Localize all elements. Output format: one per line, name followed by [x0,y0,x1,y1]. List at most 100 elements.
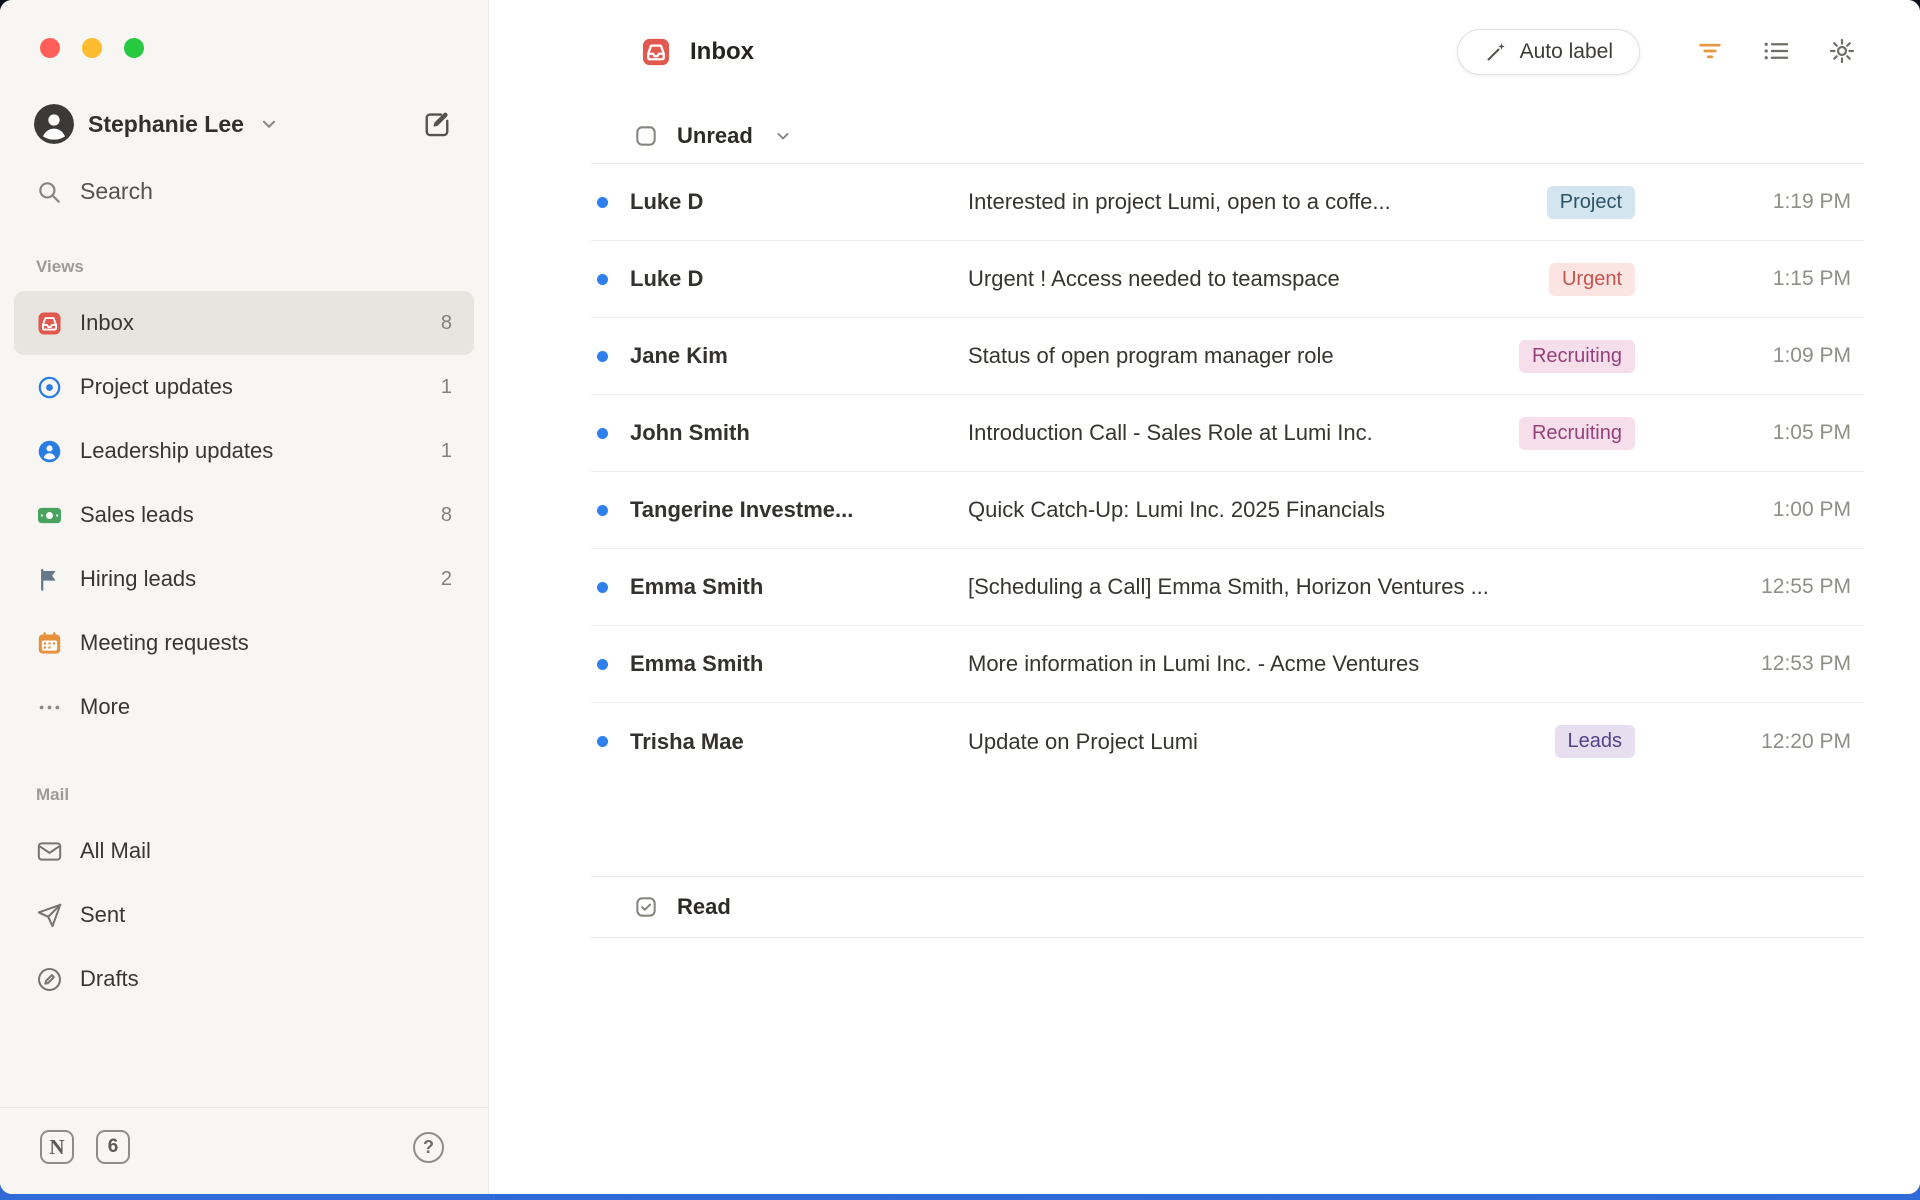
sidebar-item-count: 1 [440,439,452,462]
email-row[interactable]: Luke D Urgent ! Access needed to teamspa… [591,241,1864,318]
main-panel: Inbox Auto label Unread Luke D Intereste… [489,0,1920,1194]
chevron-down-icon [258,113,280,135]
email-label-badge: Urgent [1548,262,1635,296]
email-time: 12:20 PM [1761,729,1851,753]
list-view-icon [1762,37,1790,68]
sidebar-item-label: Project updates [80,374,233,399]
unread-dot [597,427,608,439]
close-window-button[interactable] [40,38,60,58]
list-view-button[interactable] [1762,37,1790,68]
ellipsis-icon [36,694,63,721]
app-window: Stephanie Lee Search Views Inbox 8 Proje… [0,0,1920,1194]
user-row: Stephanie Lee [34,104,452,144]
search-label: Search [80,178,153,204]
sidebar-item-count: 8 [440,503,452,526]
avatar [34,104,74,144]
email-row[interactable]: Emma Smith [Scheduling a Call] Emma Smit… [591,549,1864,626]
email-row[interactable]: Tangerine Investme... Quick Catch-Up: Lu… [591,472,1864,549]
target-icon [36,374,63,401]
search-button[interactable]: Search [36,178,452,205]
unread-section-header[interactable]: Unread [591,108,1864,164]
email-sender: Emma Smith [630,651,764,676]
email-time: 1:19 PM [1772,190,1851,213]
unread-dot [597,504,608,516]
unread-dot [597,196,608,208]
email-list: Luke D Interested in project Lumi, open … [591,164,1864,780]
email-sender: John Smith [630,420,750,445]
sidebar-item-leadership-updates[interactable]: Leadership updates 1 [14,419,474,483]
settings-button[interactable] [1828,37,1856,68]
hiring-icon [36,566,63,593]
email-subject: Status of open program manager role [968,343,1334,368]
sidebar-item-count: 8 [440,311,452,334]
checked-checkbox-icon [636,897,656,917]
sidebar-item-more[interactable]: More [14,675,474,739]
send-icon [36,902,63,929]
sidebar-item-all-mail[interactable]: All Mail [14,819,474,883]
sidebar-item-meeting-requests[interactable]: Meeting requests [14,611,474,675]
unread-dot [597,736,608,747]
compose-button[interactable] [422,109,452,139]
filter-button[interactable] [1696,37,1724,68]
draft-icon [36,966,63,993]
page-title: Inbox [690,38,754,65]
unread-dot [597,350,608,362]
sidebar-item-inbox[interactable]: Inbox 8 [14,291,474,355]
help-button[interactable]: ? [413,1131,444,1163]
select-square-icon [636,125,656,146]
read-section-header[interactable]: Read [591,876,1864,938]
search-icon [39,181,60,203]
calendar-icon [36,630,63,657]
sidebar-item-label: All Mail [80,838,151,863]
email-time: 1:15 PM [1772,267,1851,290]
minimize-window-button[interactable] [82,38,102,58]
email-time: 12:55 PM [1761,575,1851,598]
email-time: 1:05 PM [1772,421,1851,444]
sidebar-item-drafts[interactable]: Drafts [14,947,474,1011]
email-label-badge: Leads [1554,725,1635,758]
email-subject: [Scheduling a Call] Emma Smith, Horizon … [968,574,1489,599]
email-row[interactable]: Jane Kim Status of open program manager … [591,318,1864,395]
account-switcher[interactable]: Stephanie Lee [34,104,280,144]
read-label: Read [677,894,731,919]
sidebar-item-label: Meeting requests [80,630,249,655]
unread-dot [597,273,608,285]
email-label-badge: Project [1546,185,1635,219]
sidebar-footer: N 6 ? [0,1107,488,1194]
sidebar-item-sent[interactable]: Sent [14,883,474,947]
email-row[interactable]: Luke D Interested in project Lumi, open … [591,164,1864,241]
sidebar-item-project-updates[interactable]: Project updates 1 [14,355,474,419]
sidebar-item-label: Inbox [80,310,134,335]
user-name: Stephanie Lee [88,110,244,137]
email-row[interactable]: John Smith Introduction Call - Sales Rol… [591,395,1864,472]
unread-dot [597,658,608,670]
views-nav: Inbox 8 Project updates 1 Leadership upd… [14,291,474,739]
email-row[interactable]: Emma Smith More information in Lumi Inc.… [591,626,1864,703]
notion-app-icon[interactable]: N [40,1130,74,1164]
mail-section-label: Mail [36,785,70,804]
auto-label-label: Auto label [1519,40,1613,63]
mail-nav: All Mail Sent Drafts [14,819,474,1011]
email-subject: Update on Project Lumi [968,728,1198,754]
email-sender: Jane Kim [630,343,728,368]
filter-icon [1696,37,1724,68]
email-sender: Trisha Mae [630,728,744,754]
sidebar-item-label: Hiring leads [80,566,197,591]
views-section-label: Views [36,257,84,276]
inbox-icon [36,310,63,337]
calendar-app-icon[interactable]: 6 [96,1130,130,1164]
auto-label-button[interactable]: Auto label [1456,29,1640,75]
compose-icon [425,112,449,137]
email-subject: Interested in project Lumi, open to a co… [968,189,1391,214]
zoom-window-button[interactable] [124,38,144,58]
sidebar-item-hiring-leads[interactable]: Hiring leads 2 [14,547,474,611]
inbox-icon [640,36,672,68]
sidebar-item-label: Sent [80,902,126,927]
unread-label: Unread [677,122,753,148]
sidebar-item-count: 1 [440,375,452,398]
window-controls [0,0,488,58]
sidebar-item-sales-leads[interactable]: Sales leads 8 [14,483,474,547]
sidebar: Stephanie Lee Search Views Inbox 8 Proje… [0,0,489,1194]
email-row[interactable]: Trisha Mae Update on Project Lumi Leads … [591,703,1864,780]
email-subject: Introduction Call - Sales Role at Lumi I… [968,420,1373,445]
